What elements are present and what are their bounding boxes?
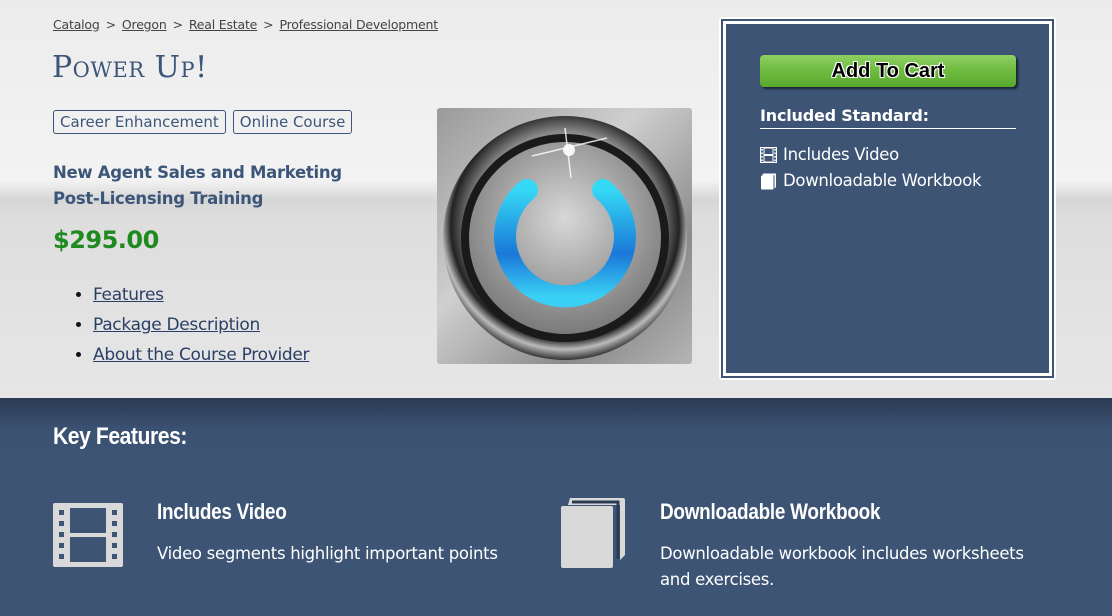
feature-item-video: Includes Video Video segments highlight … <box>53 499 533 603</box>
product-price: $295.00 <box>53 226 159 254</box>
features-link[interactable]: Features <box>93 285 164 305</box>
feature-item-workbook: Downloadable Workbook Downloadable workb… <box>560 497 1060 607</box>
included-item-video: Includes Video <box>760 142 981 168</box>
power-button-icon <box>443 116 687 360</box>
included-item-label: Includes Video <box>783 145 899 164</box>
feature-name: Includes Video <box>157 499 287 524</box>
feature-description: Downloadable workbook includes worksheet… <box>660 544 1024 589</box>
breadcrumb-oregon[interactable]: Oregon <box>122 17 167 32</box>
key-features-heading: Key Features: <box>53 423 187 450</box>
link-item: About the Course Provider <box>93 340 310 370</box>
purchase-panel-body: Add To Cart Included Standard: Includes … <box>726 24 1049 373</box>
product-subtitle: New Agent Sales and Marketing Post-Licen… <box>53 163 342 208</box>
breadcrumb-separator: > <box>105 17 116 32</box>
page-title: Power Up! <box>52 50 208 85</box>
purchase-panel-border: Add To Cart Included Standard: Includes … <box>721 19 1054 378</box>
film-icon <box>53 503 123 567</box>
book-icon <box>761 173 776 189</box>
book-icon <box>561 498 625 568</box>
purchase-panel: Add To Cart Included Standard: Includes … <box>719 17 1056 380</box>
add-to-cart-button[interactable]: Add To Cart <box>760 55 1016 87</box>
tag-online-course: Online Course <box>232 110 353 134</box>
link-item: Package Description <box>93 310 309 340</box>
included-item-label: Downloadable Workbook <box>783 171 982 190</box>
tag-career-enhancement: Career Enhancement <box>53 110 226 134</box>
link-item: Features <box>93 280 309 310</box>
breadcrumb: Catalog > Oregon > Real Estate > Professional … <box>53 17 438 32</box>
included-list: Includes Video Downloadable Workbook <box>760 142 982 194</box>
breadcrumb-separator: > <box>172 17 183 32</box>
included-item-workbook: Downloadable Workbook <box>760 168 982 194</box>
product-image <box>437 108 692 364</box>
breadcrumb-professional-development[interactable]: Professional Development <box>279 17 438 32</box>
section-links: Features Package Description About the C… <box>93 280 310 370</box>
feature-description: Video segments highlight important point… <box>157 544 498 563</box>
course-provider-link[interactable]: About the Course Provider <box>93 345 310 365</box>
tag-list: Career Enhancement Online Course <box>53 110 353 134</box>
feature-name: Downloadable Workbook <box>660 499 881 524</box>
included-standard-heading: Included Standard: <box>760 106 1016 129</box>
breadcrumb-separator: > <box>263 17 274 32</box>
film-icon <box>760 147 777 163</box>
package-description-link[interactable]: Package Description <box>93 315 260 335</box>
breadcrumb-catalog[interactable]: Catalog <box>53 17 100 32</box>
breadcrumb-real-estate[interactable]: Real Estate <box>189 17 257 32</box>
